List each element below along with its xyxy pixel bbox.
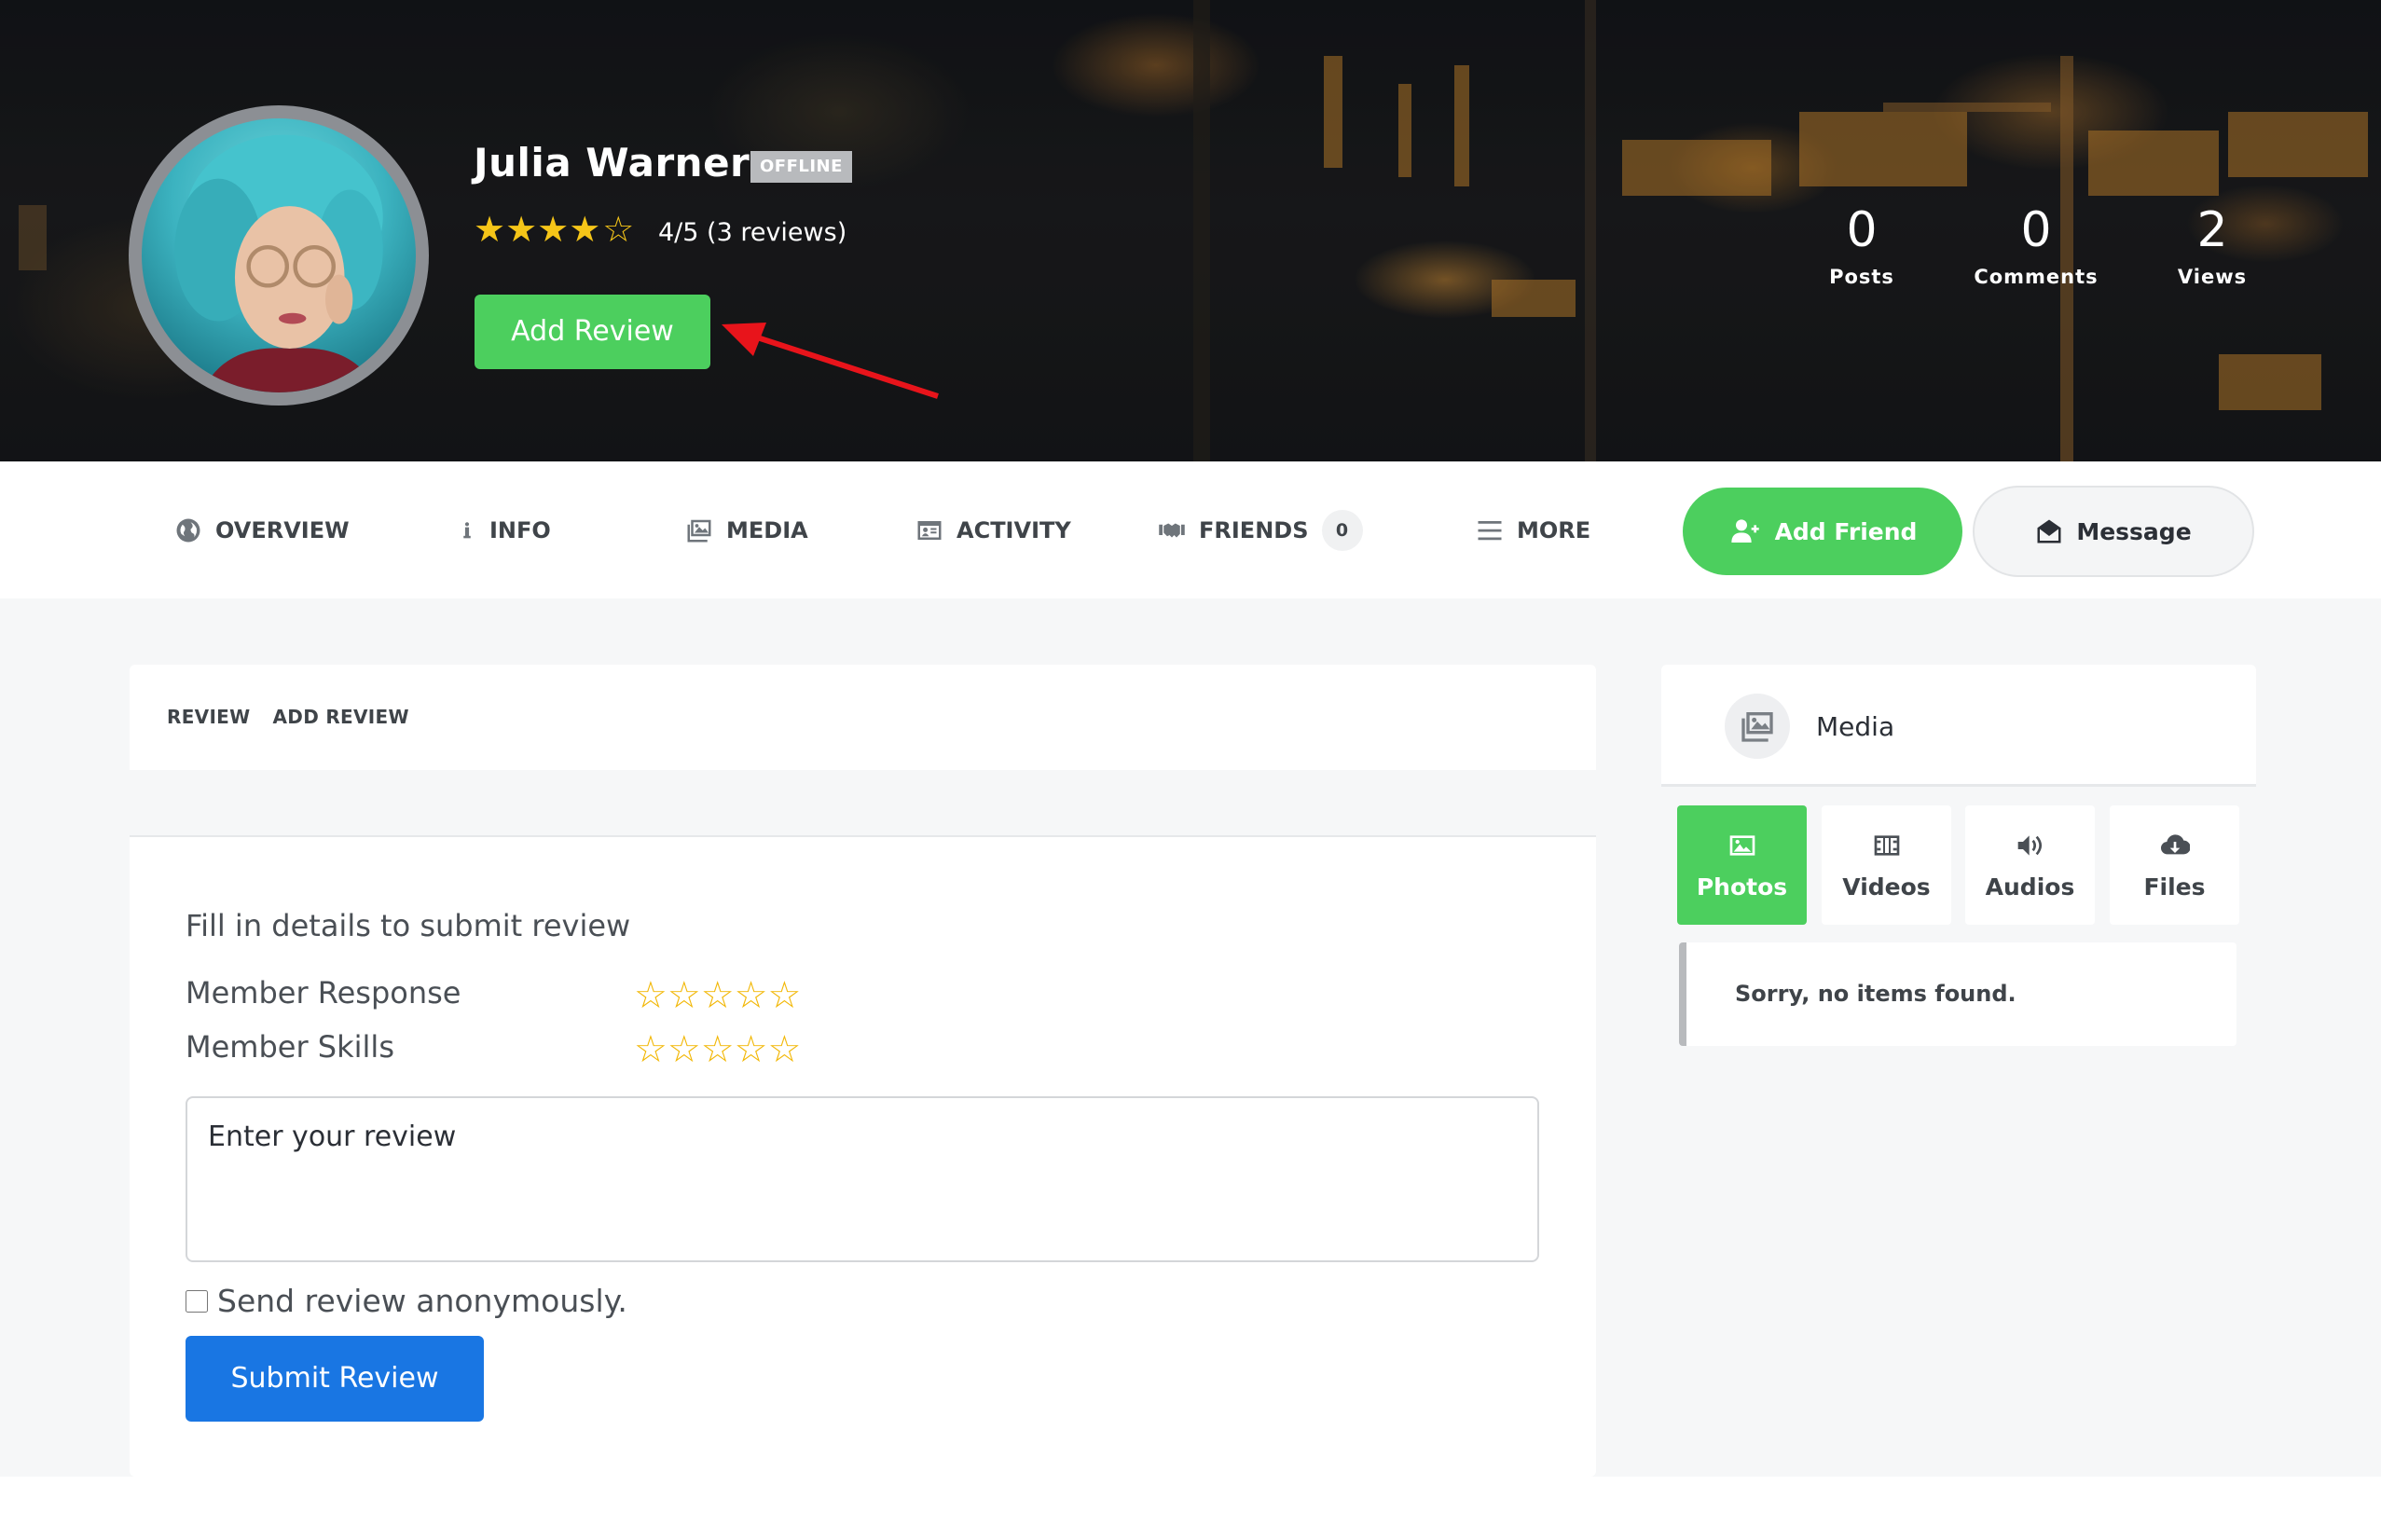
friends-count-badge: 0 <box>1321 509 1363 551</box>
media-tab-audios[interactable]: Audios <box>1965 805 2095 925</box>
add-friend-button[interactable]: Add Friend <box>1683 488 1962 575</box>
criteria-label: Member Skills <box>186 1029 394 1065</box>
nav-item-friends[interactable]: FRIENDS 0 <box>1158 461 1363 598</box>
envelope-open-icon <box>2037 519 2061 543</box>
member-response-rating[interactable]: ☆☆☆☆☆ <box>634 977 801 1014</box>
add-review-button[interactable]: Add Review <box>475 295 710 369</box>
empty-star: ☆ <box>602 211 635 250</box>
handshake-icon <box>1159 523 1185 537</box>
nav-label: MEDIA <box>726 516 808 543</box>
photos-icon <box>1741 712 1773 742</box>
media-widget-icon <box>1725 694 1790 759</box>
image-icon <box>1729 834 1755 856</box>
menu-icon <box>1478 520 1502 540</box>
card-divider <box>130 770 1596 837</box>
nav-item-media[interactable]: MEDIA <box>685 461 808 598</box>
star-rating-input[interactable]: ☆☆☆☆☆ <box>634 1031 801 1068</box>
volume-icon <box>2017 834 2042 856</box>
nav-label: OVERVIEW <box>215 516 350 543</box>
message-button[interactable]: Message <box>1973 486 2254 577</box>
media-tab-label: Videos <box>1842 873 1931 901</box>
annotation-arrow <box>722 323 939 399</box>
nav-label: ACTIVITY <box>957 516 1071 543</box>
film-icon <box>1874 834 1899 856</box>
id-card-icon <box>917 520 942 540</box>
anonymous-checkbox[interactable] <box>186 1289 208 1313</box>
media-tab-files[interactable]: Files <box>2110 805 2239 925</box>
nav-item-info[interactable]: INFO <box>458 461 551 598</box>
nav-label: MORE <box>1517 516 1591 543</box>
subtab-add-review[interactable]: ADD REVIEW <box>273 706 409 728</box>
photos-icon <box>687 519 711 542</box>
anonymous-label: Send review anonymously. <box>217 1283 627 1319</box>
nav-item-more[interactable]: MORE <box>1476 461 1590 598</box>
media-tab-photos[interactable]: Photos <box>1677 805 1807 925</box>
media-tab-label: Files <box>2143 873 2206 901</box>
user-plus-icon <box>1730 519 1759 543</box>
review-textarea[interactable] <box>186 1096 1539 1262</box>
message-label: Message <box>2076 517 2192 545</box>
stat-label: Views <box>2177 266 2248 288</box>
media-tab-label: Audios <box>1985 873 2075 901</box>
media-widget-title: Media <box>1816 711 1895 742</box>
nav-label: FRIENDS <box>1199 516 1309 543</box>
nav-item-activity[interactable]: ACTIVITY <box>915 461 1071 598</box>
media-tab-label: Photos <box>1696 873 1788 901</box>
empty-state-message: Sorry, no items found. <box>1679 942 2236 1046</box>
avatar[interactable] <box>129 105 429 406</box>
star-rating-input[interactable]: ☆☆☆☆☆ <box>634 977 801 1014</box>
review-subtabs: REVIEW ADD REVIEW <box>167 706 409 728</box>
form-title: Fill in details to submit review <box>186 908 631 943</box>
criteria-label: Member Response <box>186 975 461 1011</box>
filled-stars: ★★★★ <box>474 211 601 250</box>
rating-stars: ★★★★ ☆ <box>474 210 634 251</box>
stat-comments: 0 Comments <box>1934 200 2139 288</box>
add-friend-label: Add Friend <box>1774 517 1918 545</box>
stat-value: 0 <box>2020 202 2052 258</box>
submit-review-button[interactable]: Submit Review <box>186 1336 484 1422</box>
nav-item-overview[interactable]: OVERVIEW <box>174 461 350 598</box>
subtab-review[interactable]: REVIEW <box>167 706 251 728</box>
nav-label: INFO <box>489 516 551 543</box>
globe-icon <box>176 518 200 542</box>
rating-summary: 4/5 (3 reviews) <box>658 218 847 247</box>
cloud-download-icon <box>2160 833 2190 854</box>
member-skills-rating[interactable]: ☆☆☆☆☆ <box>634 1031 801 1068</box>
info-icon <box>463 521 471 538</box>
profile-name: Julia Warner <box>474 140 750 186</box>
media-tab-videos[interactable]: Videos <box>1822 805 1951 925</box>
stat-views: 2 Views <box>2110 200 2315 288</box>
status-badge: OFFLINE <box>750 151 852 183</box>
stat-value: 2 <box>2196 202 2228 258</box>
anonymous-option[interactable]: Send review anonymously. <box>186 1283 627 1319</box>
stat-label: Comments <box>1974 266 2099 288</box>
avatar-photo <box>142 118 416 392</box>
